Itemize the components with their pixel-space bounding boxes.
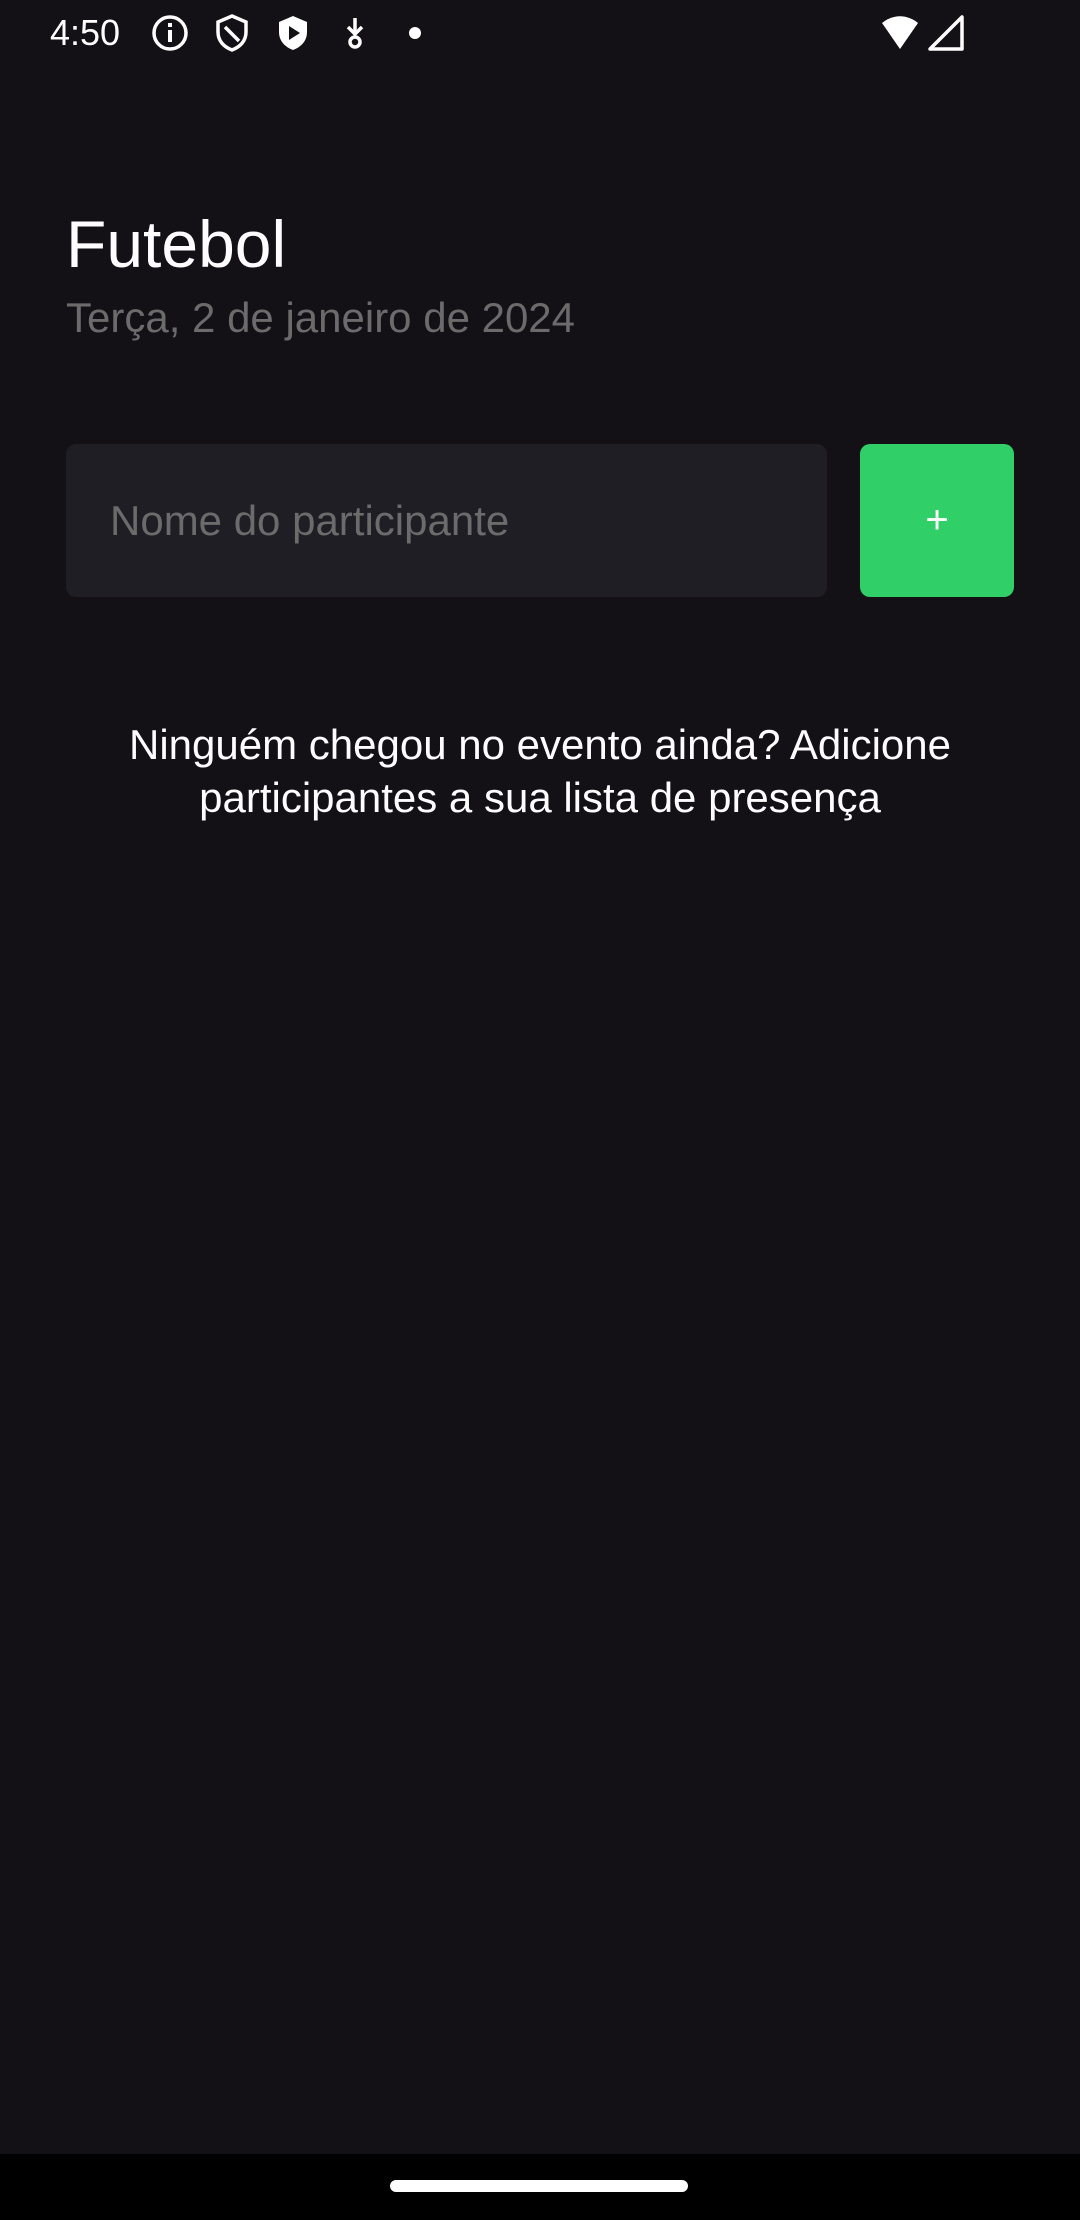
wifi-icon xyxy=(882,16,918,49)
play-shield-icon xyxy=(279,16,307,50)
add-participant-form: + xyxy=(66,444,1014,597)
event-date: Terça, 2 de janeiro de 2024 xyxy=(66,294,576,341)
download-icon xyxy=(346,18,364,49)
add-participant-button[interactable]: + xyxy=(860,444,1014,597)
shield-icon xyxy=(216,14,248,52)
empty-list-message: Ninguém chegou no evento ainda? Adicione… xyxy=(129,721,951,821)
event-header: Futebol Terça, 2 de janeiro de 2024 xyxy=(66,204,1016,346)
dot-icon xyxy=(409,27,421,39)
cellular-signal-icon xyxy=(928,15,964,51)
status-bar: 4:50 xyxy=(0,0,1080,66)
participant-name-input[interactable] xyxy=(66,444,827,597)
home-indicator[interactable] xyxy=(390,2180,688,2192)
info-icon xyxy=(152,15,188,51)
event-title: Futebol xyxy=(66,207,287,281)
status-time: 4:50 xyxy=(50,12,121,53)
